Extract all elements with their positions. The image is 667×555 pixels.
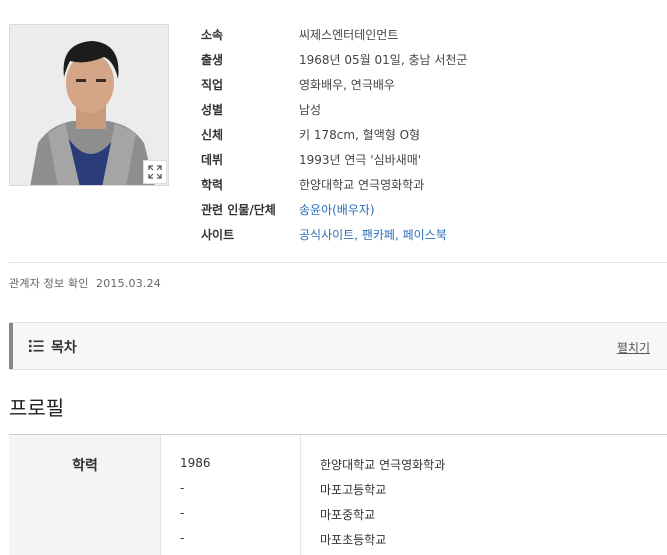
info-key: 소속 [201, 28, 224, 42]
education-school: 한양대학교 연극영화학과 [320, 458, 446, 472]
education-school: 마포중학교 [320, 508, 376, 522]
info-key: 학력 [201, 178, 224, 192]
info-key: 성별 [201, 103, 224, 117]
education-year: - [180, 481, 185, 495]
info-value: 송윤아(배우자) [299, 201, 375, 218]
info-row-related: 관련 인물/단체 송윤아(배우자) [201, 197, 467, 222]
profile-photo[interactable] [9, 24, 169, 186]
info-row-education: 학력 한양대학교 연극영화학과 [201, 172, 467, 197]
education-year: 1986 [180, 456, 211, 470]
list-icon [29, 340, 44, 352]
info-row-debut: 데뷔 1993년 연극 '심바새매' [201, 147, 467, 172]
info-key: 출생 [201, 53, 224, 67]
info-value: 씨제스엔터테인먼트 [299, 28, 399, 42]
info-value: 남성 [299, 103, 322, 117]
education-school: 마포초등학교 [320, 533, 387, 547]
divider [9, 262, 667, 263]
toc-accent-bar [9, 323, 13, 369]
table-of-contents: 목차 펼치기 [9, 322, 667, 370]
info-key: 신체 [201, 128, 224, 142]
info-value: 한양대학교 연극영화학과 [299, 178, 425, 192]
toc-title: 목차 [51, 340, 77, 356]
info-row-body: 신체 키 178cm, 혈액형 O형 [201, 122, 467, 147]
education-label: 학력 [72, 458, 98, 474]
info-key: 관련 인물/단체 [201, 203, 276, 217]
info-value: 공식사이트, 팬카페, 페이스북 [299, 226, 447, 243]
toc-expand-link[interactable]: 펼치기 [617, 339, 650, 356]
profile-info-list: 소속 씨제스엔터테인먼트 출생 1968년 05월 01일, 충남 서천군 직업… [201, 22, 467, 247]
section-title: 프로필 [9, 396, 65, 420]
info-value: 키 178cm, 혈액형 O형 [299, 128, 421, 142]
info-key: 데뷔 [201, 153, 224, 167]
info-key: 사이트 [201, 228, 235, 242]
education-table: 학력 1986 - - - 한양대학교 연극영화학과 마포고등학교 마포중학교 … [9, 434, 667, 555]
info-value: 영화배우, 연극배우 [299, 78, 395, 92]
related-person-link[interactable]: 송윤아(배우자) [299, 203, 375, 217]
expand-icon [148, 165, 162, 179]
education-year: - [180, 506, 185, 520]
education-school: 마포고등학교 [320, 483, 387, 497]
education-label-cell: 학력 [9, 435, 161, 555]
info-value: 1968년 05월 01일, 충남 서천군 [299, 53, 468, 67]
confirm-date-text: 관계자 정보 확인 2015.03.24 [9, 277, 162, 290]
info-value: 1993년 연극 '심바새매' [299, 153, 422, 167]
expand-photo-button[interactable] [143, 160, 167, 184]
education-year-column: 1986 - - - [161, 435, 301, 555]
info-row-affiliation: 소속 씨제스엔터테인먼트 [201, 22, 467, 47]
info-row-birth: 출생 1968년 05월 01일, 충남 서천군 [201, 47, 467, 72]
info-row-sites: 사이트 공식사이트, 팬카페, 페이스북 [201, 222, 467, 247]
info-key: 직업 [201, 78, 224, 92]
info-row-job: 직업 영화배우, 연극배우 [201, 72, 467, 97]
education-year: - [180, 531, 185, 545]
info-row-gender: 성별 남성 [201, 97, 467, 122]
site-links[interactable]: 공식사이트, 팬카페, 페이스북 [299, 228, 447, 242]
